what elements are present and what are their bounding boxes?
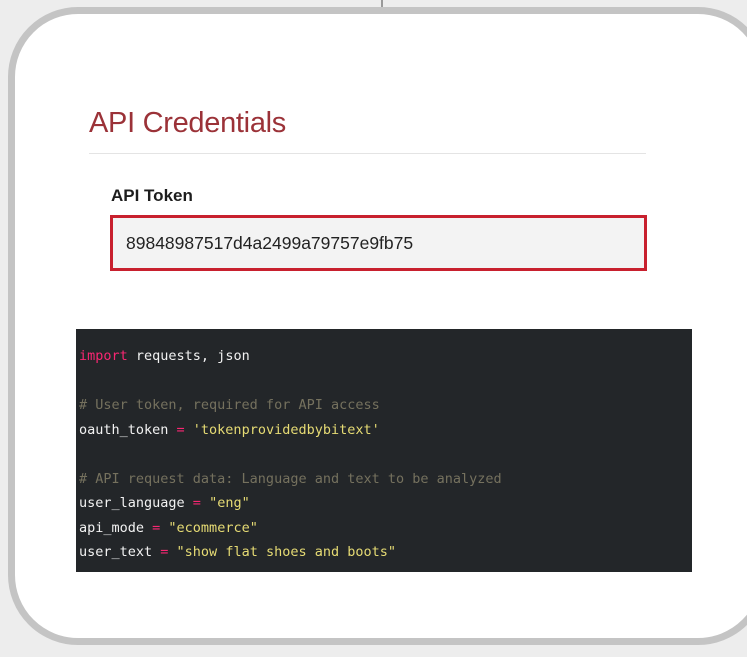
- code-line: # API request data: Language and text to…: [79, 470, 692, 495]
- code-operator: =: [184, 495, 210, 511]
- api-token-label: API Token: [111, 186, 193, 205]
- code-string: "eng": [209, 495, 250, 511]
- code-variable: api_mode: [79, 519, 145, 536]
- code-operator: =: [144, 519, 169, 536]
- code-line: oauth_token = 'tokenprovidedbybitext': [79, 421, 692, 446]
- code-line: # User token, required for API access: [79, 396, 692, 421]
- api-token-field[interactable]: 89848987517d4a2499a79757e9fb75: [110, 215, 647, 271]
- code-string: "show flat shoes and boots": [176, 544, 396, 560]
- title-divider: [89, 153, 646, 154]
- code-line: api_mode = "ecommerce": [79, 519, 692, 544]
- code-snippet: import requests, json # User token, requ…: [76, 329, 692, 572]
- code-variable: user_language: [79, 495, 185, 511]
- code-operator: =: [168, 421, 193, 438]
- code-line: user_language = "eng": [79, 494, 692, 519]
- code-string: "ecommerce": [168, 519, 258, 536]
- code-variable: user_text: [79, 544, 153, 560]
- section-title: API Credentials: [89, 107, 286, 139]
- code-text: requests, json: [127, 348, 250, 364]
- code-operator: =: [152, 544, 177, 560]
- code-comment: # User token, required for API access: [79, 397, 380, 413]
- code-line: user_text = "show flat shoes and boots": [79, 543, 692, 568]
- code-string: 'tokenprovidedbybitext': [192, 421, 380, 438]
- api-token-value[interactable]: 89848987517d4a2499a79757e9fb75: [126, 233, 413, 254]
- code-variable: oauth_token: [79, 421, 169, 438]
- code-comment: # API request data: Language and text to…: [79, 470, 502, 487]
- code-line: import requests, json: [79, 347, 692, 372]
- code-keyword: import: [79, 348, 128, 364]
